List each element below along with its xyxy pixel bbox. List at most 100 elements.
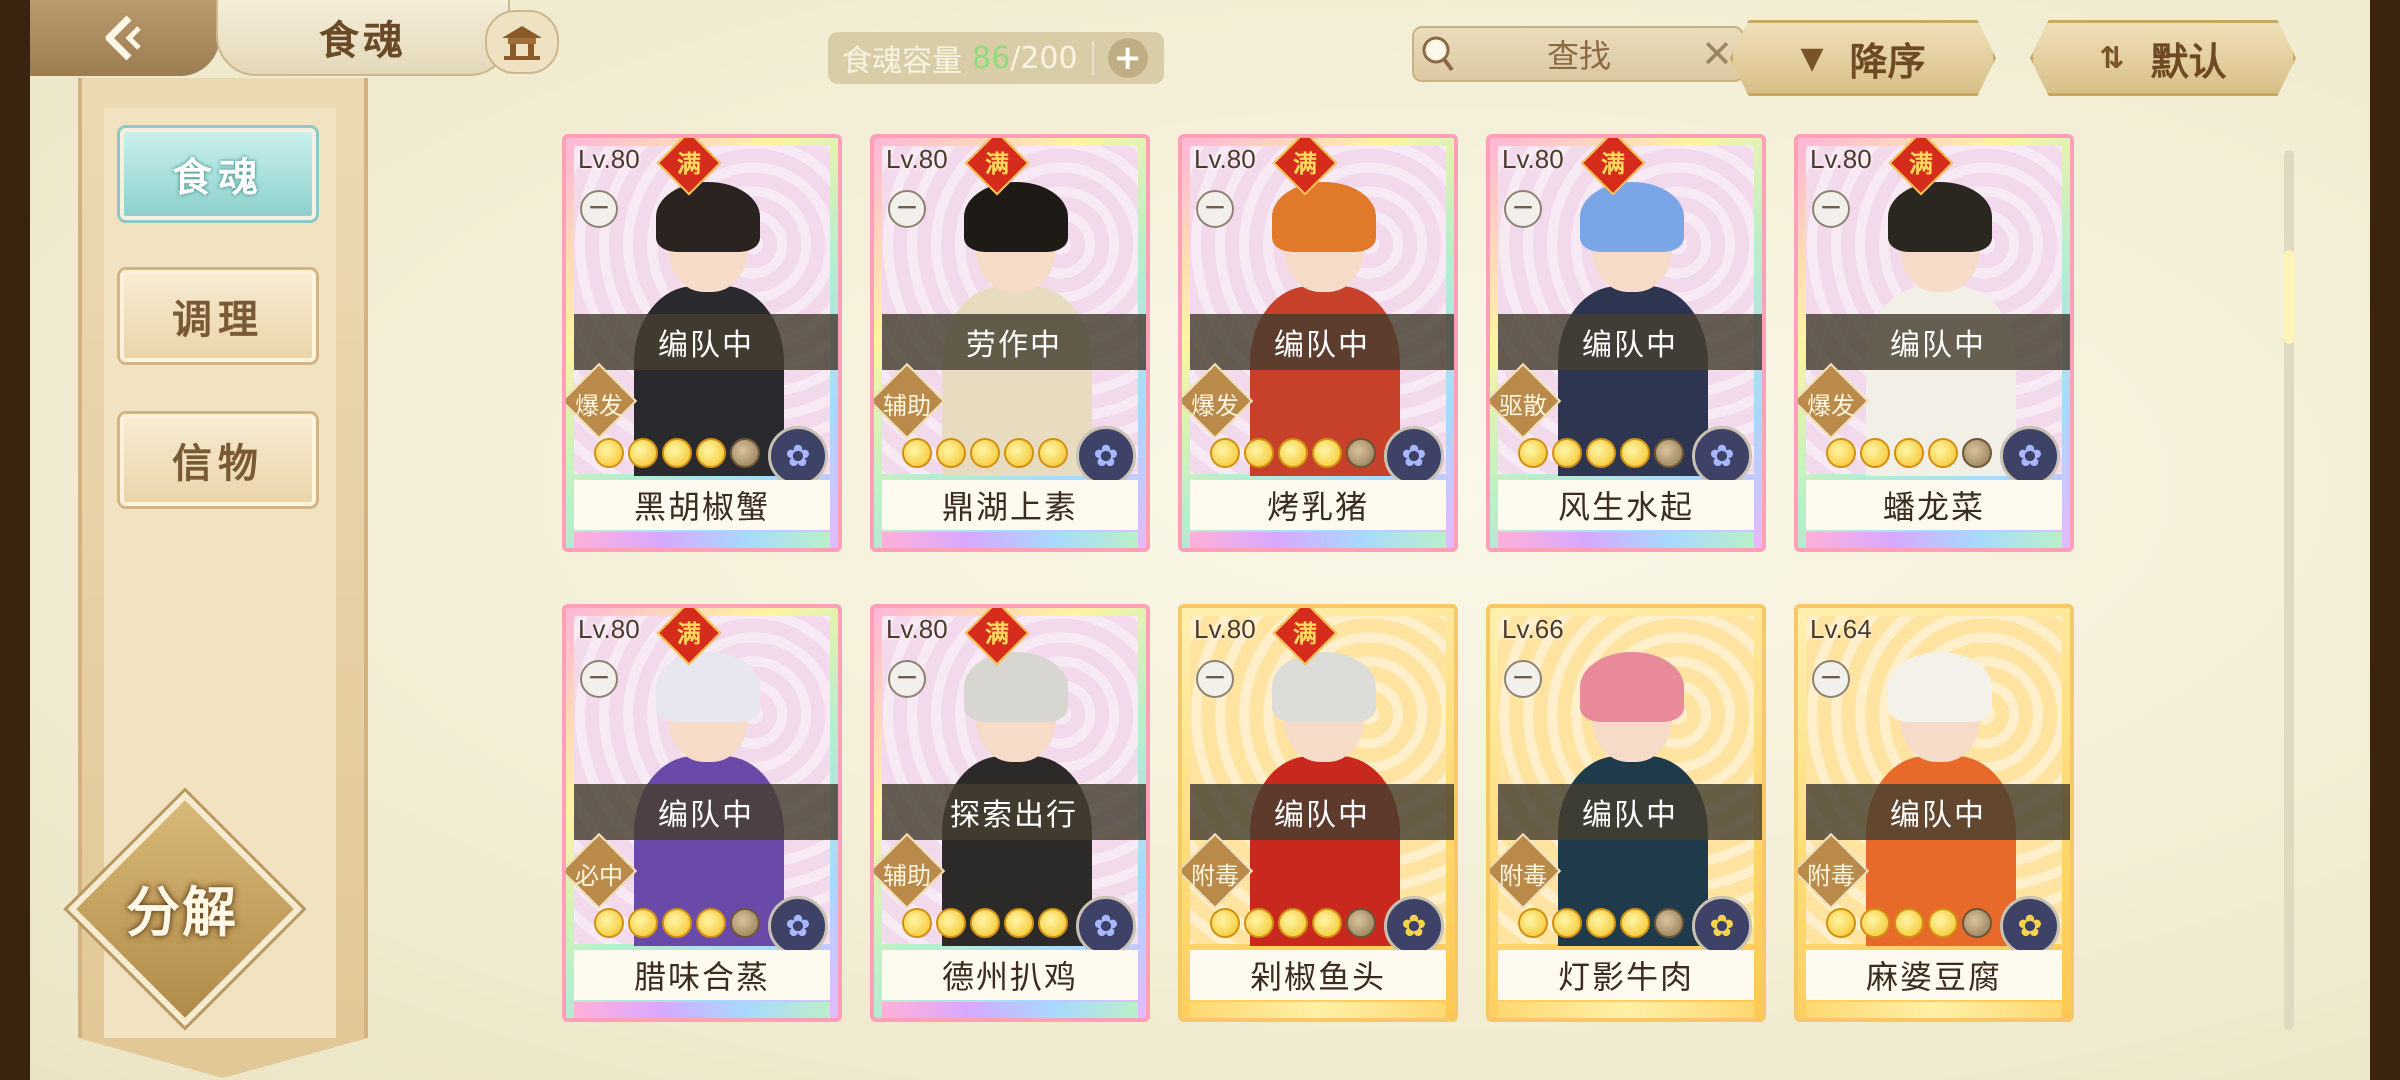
card-name: 德州扒鸡 — [882, 950, 1138, 1000]
food-soul-card[interactable]: Lv.80 满 − 编队中 爆发 ✿ 蟠龙菜 — [1794, 134, 2074, 552]
role-badge: 辅助 — [874, 832, 948, 910]
character-hair — [656, 182, 760, 252]
element-emblem-icon: ✿ — [1076, 426, 1136, 486]
role-badge: 必中 — [566, 832, 640, 910]
role-badge: 爆发 — [1182, 362, 1256, 440]
card-status: 编队中 — [1498, 784, 1762, 840]
card-name: 蟠龙菜 — [1806, 480, 2062, 530]
home-button[interactable] — [485, 10, 559, 74]
card-status: 编队中 — [1190, 784, 1454, 840]
star-icon — [1586, 908, 1616, 938]
role-label: 必中 — [575, 862, 623, 890]
card-name: 风生水起 — [1498, 480, 1754, 530]
max-badge-label: 满 — [985, 150, 1009, 178]
capacity-current: 86 — [972, 40, 1011, 76]
star-rating — [1210, 908, 1376, 938]
star-icon — [1860, 438, 1890, 468]
sort-mode-button[interactable]: ⇅ 默认 — [2030, 20, 2296, 96]
game-screen: 食魂 食魂容量 86 /200 + 查找 ✕ ▼ 降序 ⇅ 默认 食魂 调理 信… — [30, 0, 2370, 1080]
element-emblem-icon: ✿ — [768, 896, 828, 956]
tab-tiaoli[interactable]: 调理 — [120, 270, 316, 362]
star-icon — [696, 438, 726, 468]
card-level: Lv.80 — [578, 614, 640, 644]
food-soul-card[interactable]: Lv.66 − 编队中 附毒 ✿ 灯影牛肉 — [1486, 604, 1766, 1022]
food-soul-card[interactable]: Lv.80 满 − 劳作中 辅助 ✿ 鼎湖上素 — [870, 134, 1150, 552]
card-status: 探索出行 — [882, 784, 1146, 840]
lock-toggle-icon[interactable]: − — [1504, 660, 1542, 698]
food-soul-card[interactable]: Lv.80 满 − 编队中 必中 ✿ 腊味合蒸 — [562, 604, 842, 1022]
sort-mode-label: 默认 — [2150, 39, 2227, 84]
food-soul-card[interactable]: Lv.80 满 − 编队中 驱散 ✿ 风生水起 — [1486, 134, 1766, 552]
card-status: 劳作中 — [882, 314, 1146, 370]
role-label: 附毒 — [1499, 862, 1547, 890]
search-placeholder: 查找 — [1546, 37, 1611, 75]
card-rarity-strip — [1190, 532, 1446, 548]
lock-toggle-icon[interactable]: − — [1196, 190, 1234, 228]
star-icon — [1894, 438, 1924, 468]
star-icon — [1552, 908, 1582, 938]
search-input[interactable]: 查找 ✕ — [1412, 26, 1744, 82]
star-icon — [1962, 438, 1992, 468]
tab-xinwu[interactable]: 信物 — [120, 414, 316, 506]
star-icon — [1552, 438, 1582, 468]
star-icon — [1210, 908, 1240, 938]
role-badge: 驱散 — [1490, 362, 1564, 440]
star-icon — [696, 908, 726, 938]
pavilion-icon — [502, 26, 542, 60]
star-rating — [1210, 438, 1376, 468]
card-status: 编队中 — [1806, 784, 2070, 840]
star-icon — [662, 438, 692, 468]
card-rarity-strip — [1498, 1002, 1754, 1018]
food-soul-card[interactable]: Lv.80 满 − 编队中 爆发 ✿ 烤乳猪 — [1178, 134, 1458, 552]
star-icon — [1928, 438, 1958, 468]
star-icon — [1620, 908, 1650, 938]
star-rating — [1826, 908, 1992, 938]
star-icon — [628, 438, 658, 468]
max-badge-label: 满 — [985, 620, 1009, 648]
food-soul-card[interactable]: Lv.80 满 − 编队中 爆发 ✿ 黑胡椒蟹 — [562, 134, 842, 552]
star-icon — [936, 908, 966, 938]
character-hair — [1888, 182, 1992, 252]
card-rarity-strip — [574, 1002, 830, 1018]
star-icon — [1244, 908, 1274, 938]
lock-toggle-icon[interactable]: − — [1504, 190, 1542, 228]
star-rating — [1518, 438, 1684, 468]
star-icon — [1210, 438, 1240, 468]
capacity-add-button[interactable]: + — [1107, 38, 1148, 78]
lock-toggle-icon[interactable]: − — [580, 660, 618, 698]
role-label: 爆发 — [575, 392, 623, 420]
card-name: 烤乳猪 — [1190, 480, 1446, 530]
lock-toggle-icon[interactable]: − — [888, 190, 926, 228]
lock-toggle-icon[interactable]: − — [1196, 660, 1234, 698]
card-level: Lv.64 — [1810, 614, 1872, 644]
food-soul-card[interactable]: Lv.80 满 − 编队中 附毒 ✿ 剁椒鱼头 — [1178, 604, 1458, 1022]
food-soul-card[interactable]: Lv.80 满 − 探索出行 辅助 ✿ 德州扒鸡 — [870, 604, 1150, 1022]
card-name: 腊味合蒸 — [574, 950, 830, 1000]
sort-order-button[interactable]: ▼ 降序 — [1730, 20, 1996, 96]
role-label: 爆发 — [1191, 392, 1239, 420]
max-badge-label: 满 — [677, 620, 701, 648]
star-icon — [1518, 908, 1548, 938]
food-soul-card[interactable]: Lv.64 − 编队中 附毒 ✿ 麻婆豆腐 — [1794, 604, 2074, 1022]
capacity-display: 食魂容量 86 /200 + — [828, 32, 1164, 84]
star-icon — [1860, 908, 1890, 938]
back-button[interactable] — [30, 0, 220, 76]
lock-toggle-icon[interactable]: − — [1812, 660, 1850, 698]
star-icon — [594, 438, 624, 468]
lock-toggle-icon[interactable]: − — [580, 190, 618, 228]
lock-toggle-icon[interactable]: − — [1812, 190, 1850, 228]
role-badge: 爆发 — [566, 362, 640, 440]
star-icon — [1894, 908, 1924, 938]
element-emblem-icon: ✿ — [768, 426, 828, 486]
card-name: 黑胡椒蟹 — [574, 480, 830, 530]
max-badge-label: 满 — [1293, 150, 1317, 178]
star-icon — [730, 438, 760, 468]
lock-toggle-icon[interactable]: − — [888, 660, 926, 698]
scrollbar-thumb[interactable] — [2284, 250, 2294, 344]
star-icon — [1654, 908, 1684, 938]
role-badge: 附毒 — [1490, 832, 1564, 910]
tab-shihun[interactable]: 食魂 — [120, 128, 316, 220]
star-icon — [594, 908, 624, 938]
star-icon — [1620, 438, 1650, 468]
triangle-down-icon: ▼ — [1800, 40, 1824, 76]
